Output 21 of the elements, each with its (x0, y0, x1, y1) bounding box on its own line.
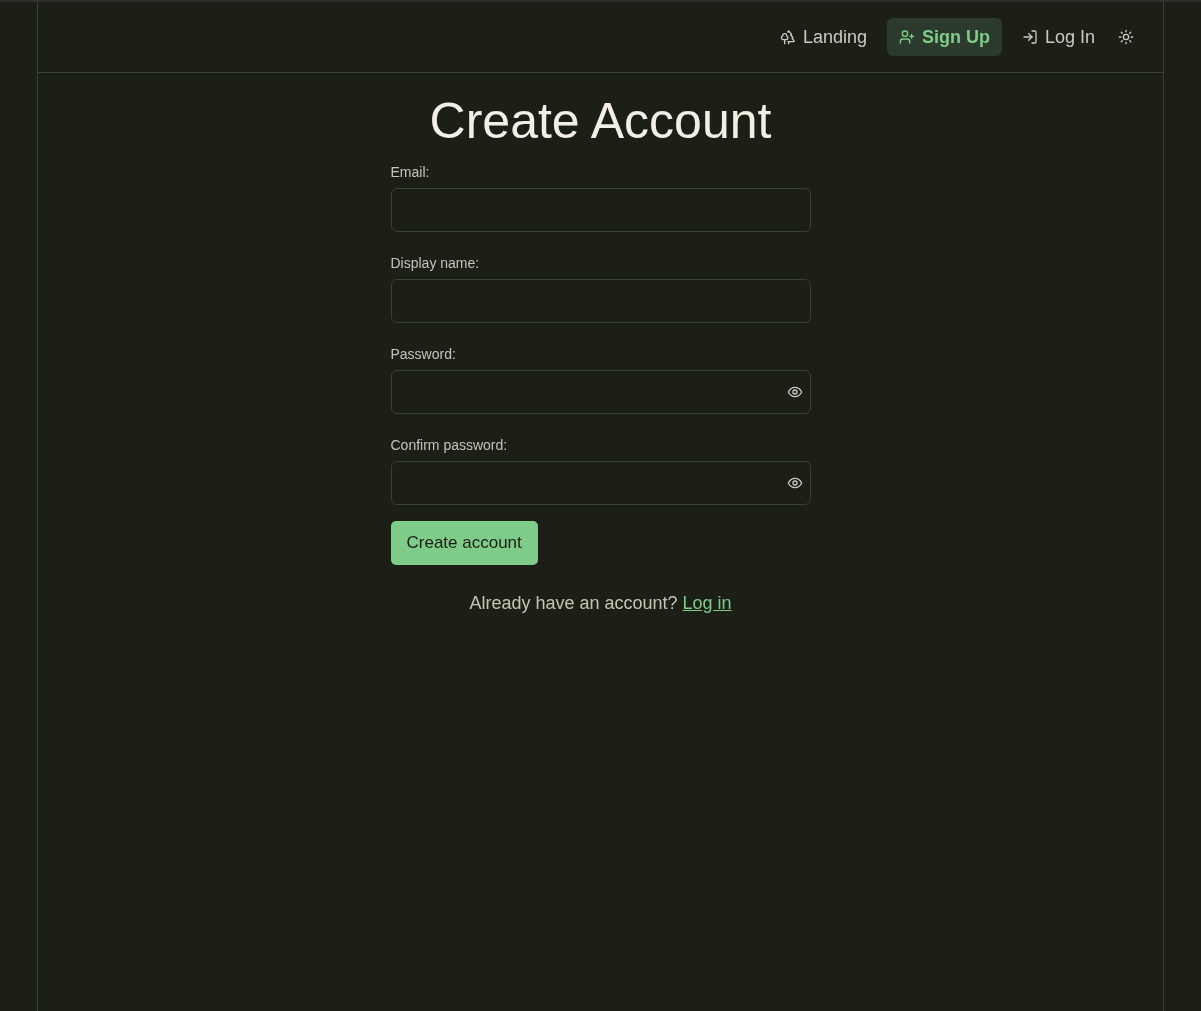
login-icon (1021, 29, 1038, 45)
nav-link[interactable]: Log In (1021, 18, 1095, 56)
user-plus-icon (898, 29, 915, 45)
login-link[interactable]: Log in (682, 593, 732, 613)
field-label: Confirm password: (390, 436, 508, 454)
input-field[interactable] (390, 279, 811, 323)
login-prompt: Already have an account? Log in (469, 592, 732, 615)
password-field[interactable] (390, 370, 811, 414)
field-label: Email: (390, 163, 430, 181)
page-title: Create Account (429, 92, 772, 151)
nav-link[interactable]: Sign Up (886, 18, 1002, 56)
trees-icon (779, 29, 796, 45)
sun-icon (1118, 29, 1134, 45)
field-label: Display name: (390, 254, 480, 272)
nav-link[interactable]: Landing (779, 18, 867, 56)
input-field[interactable] (390, 188, 811, 232)
eye-icon[interactable] (786, 384, 803, 400)
eye-icon[interactable] (786, 475, 803, 491)
password-field[interactable] (390, 461, 811, 505)
create-account-button[interactable]: Create account (390, 521, 538, 565)
field-label: Password: (390, 345, 456, 363)
